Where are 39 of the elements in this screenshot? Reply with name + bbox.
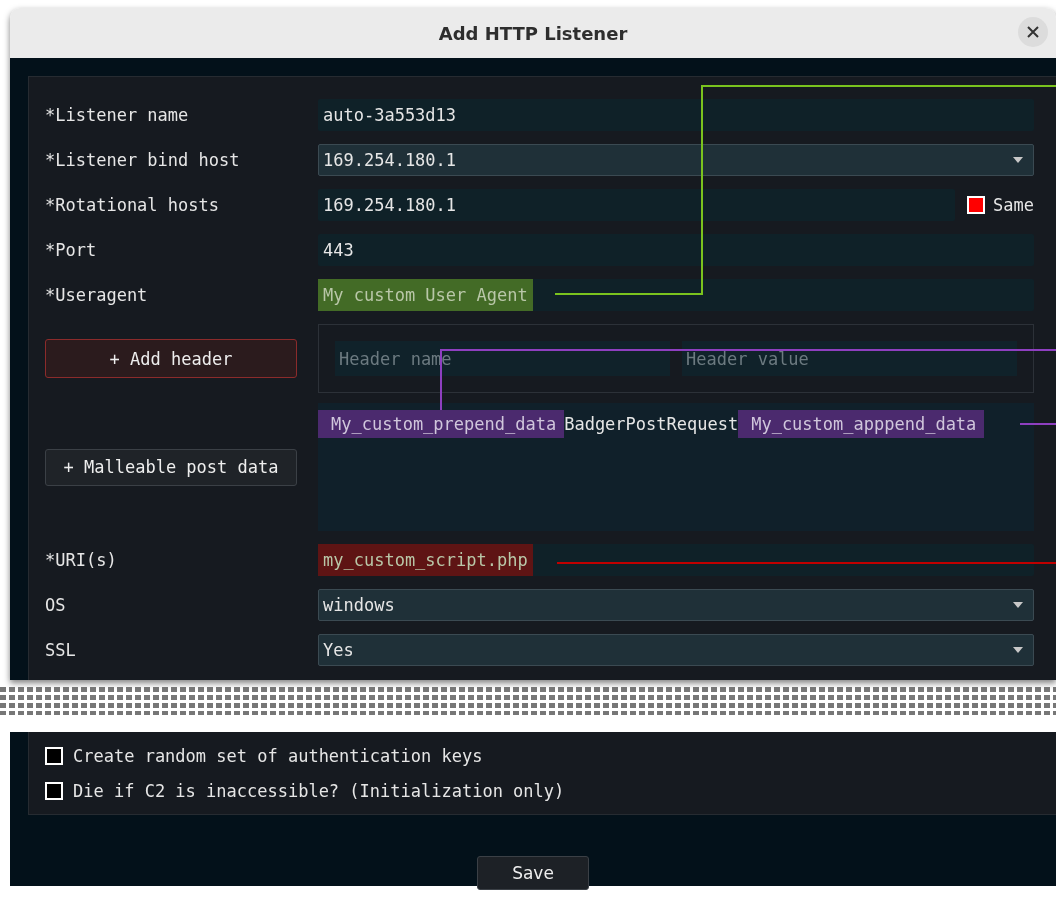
caret-icon: [1013, 157, 1023, 163]
close-icon: [1027, 26, 1039, 38]
close-button[interactable]: [1018, 17, 1048, 47]
checkbox-label: Die if C2 is inaccessible? (Initialization only): [73, 780, 565, 801]
text-field[interactable]: my_custom_script.php: [318, 544, 1034, 576]
dropdown-field[interactable]: Yes: [318, 634, 1034, 666]
add-header-button[interactable]: + Add header: [45, 339, 297, 378]
field-label: *Port: [45, 240, 98, 260]
caret-icon: [1013, 647, 1023, 653]
dropdown-field[interactable]: 169.254.180.1: [318, 144, 1034, 176]
window-title: Add HTTP Listener: [438, 22, 628, 44]
caret-icon: [1013, 602, 1023, 608]
checkbox[interactable]: [45, 781, 63, 800]
field-label: OS: [45, 595, 67, 615]
malleable-post-data-button[interactable]: + Malleable post data: [45, 448, 297, 486]
field-label: *Listener name: [45, 105, 190, 125]
checkbox[interactable]: [45, 746, 63, 765]
field-label: *Rotational hosts: [45, 195, 220, 215]
field-label: *Useragent: [45, 285, 149, 305]
checkbox[interactable]: [967, 196, 986, 214]
post-data-text: BadgerPostRequest: [564, 413, 739, 436]
highlighted-text: My_custom_prepend_data: [318, 410, 565, 438]
text-field[interactable]: 443: [318, 234, 1034, 266]
text-field[interactable]: auto-3a553d13: [318, 99, 1034, 131]
text-field[interactable]: 169.254.180.1: [318, 189, 956, 221]
checkbox-label: Create random set of authentication keys: [73, 745, 483, 766]
post-data-area[interactable]: My_custom_prepend_data BadgerPostRequest My_custom_apppend_data: [318, 403, 1034, 531]
save-button[interactable]: Save: [477, 856, 589, 890]
checkbox-label: Same: [993, 195, 1034, 215]
text-field[interactable]: My custom User Agent: [318, 279, 1034, 311]
leader-line: [1019, 423, 1056, 425]
field-label: SSL: [45, 640, 77, 660]
highlighted-text: My_custom_apppend_data: [738, 410, 985, 438]
field-value: My custom User Agent: [318, 279, 533, 311]
header-value-field[interactable]: Header value: [682, 341, 1017, 376]
field-value: my_custom_script.php: [318, 544, 533, 576]
field-label: *Listener bind host: [45, 150, 241, 170]
field-label: *URI(s): [45, 550, 118, 570]
dropdown-field[interactable]: windows: [318, 589, 1034, 621]
